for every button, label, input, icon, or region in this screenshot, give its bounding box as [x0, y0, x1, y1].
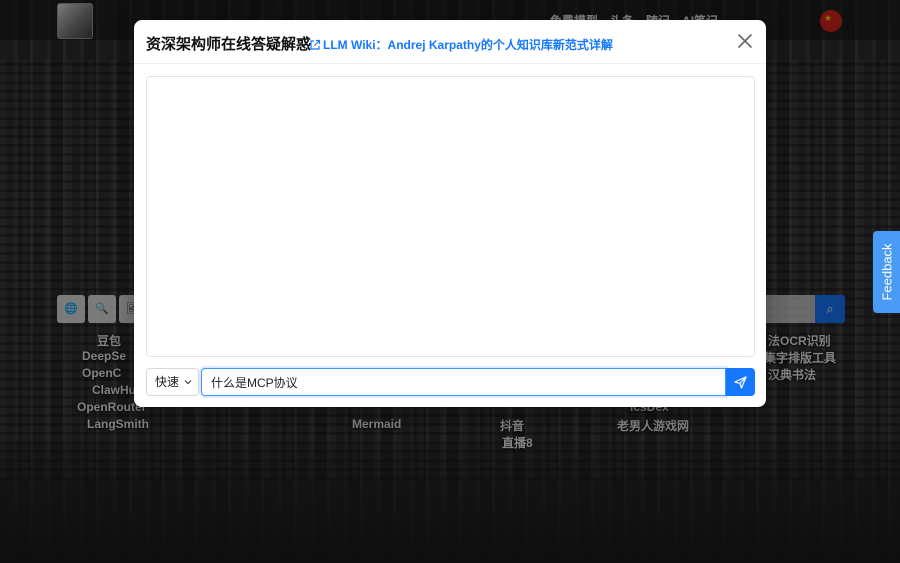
article-link[interactable]: LLM Wiki：Andrej Karpathy的个人知识库新范式详解 — [309, 36, 613, 53]
modal-header: 资深架构师在线答疑解惑 LLM Wiki：Andrej Karpathy的个人知… — [134, 20, 766, 64]
chat-input-row: 快速 — [146, 366, 755, 398]
feedback-tab[interactable]: Feedback — [873, 231, 900, 313]
article-link-label[interactable]: LLM Wiki：Andrej Karpathy的个人知识库新范式详解 — [323, 36, 613, 53]
feedback-label: Feedback — [879, 243, 894, 301]
chat-input[interactable] — [199, 366, 728, 398]
chat-messages-area[interactable] — [146, 76, 755, 357]
send-button[interactable] — [726, 368, 755, 396]
send-icon — [734, 375, 747, 389]
mode-select[interactable]: 快速 — [146, 368, 199, 396]
mode-select-value: 快速 — [155, 375, 180, 389]
external-link-icon — [310, 39, 321, 50]
chat-modal: 资深架构师在线答疑解惑 LLM Wiki：Andrej Karpathy的个人知… — [134, 20, 766, 407]
modal-title: 资深架构师在线答疑解惑 — [146, 36, 312, 53]
close-icon[interactable] — [736, 32, 754, 50]
chevron-down-icon — [184, 380, 192, 385]
